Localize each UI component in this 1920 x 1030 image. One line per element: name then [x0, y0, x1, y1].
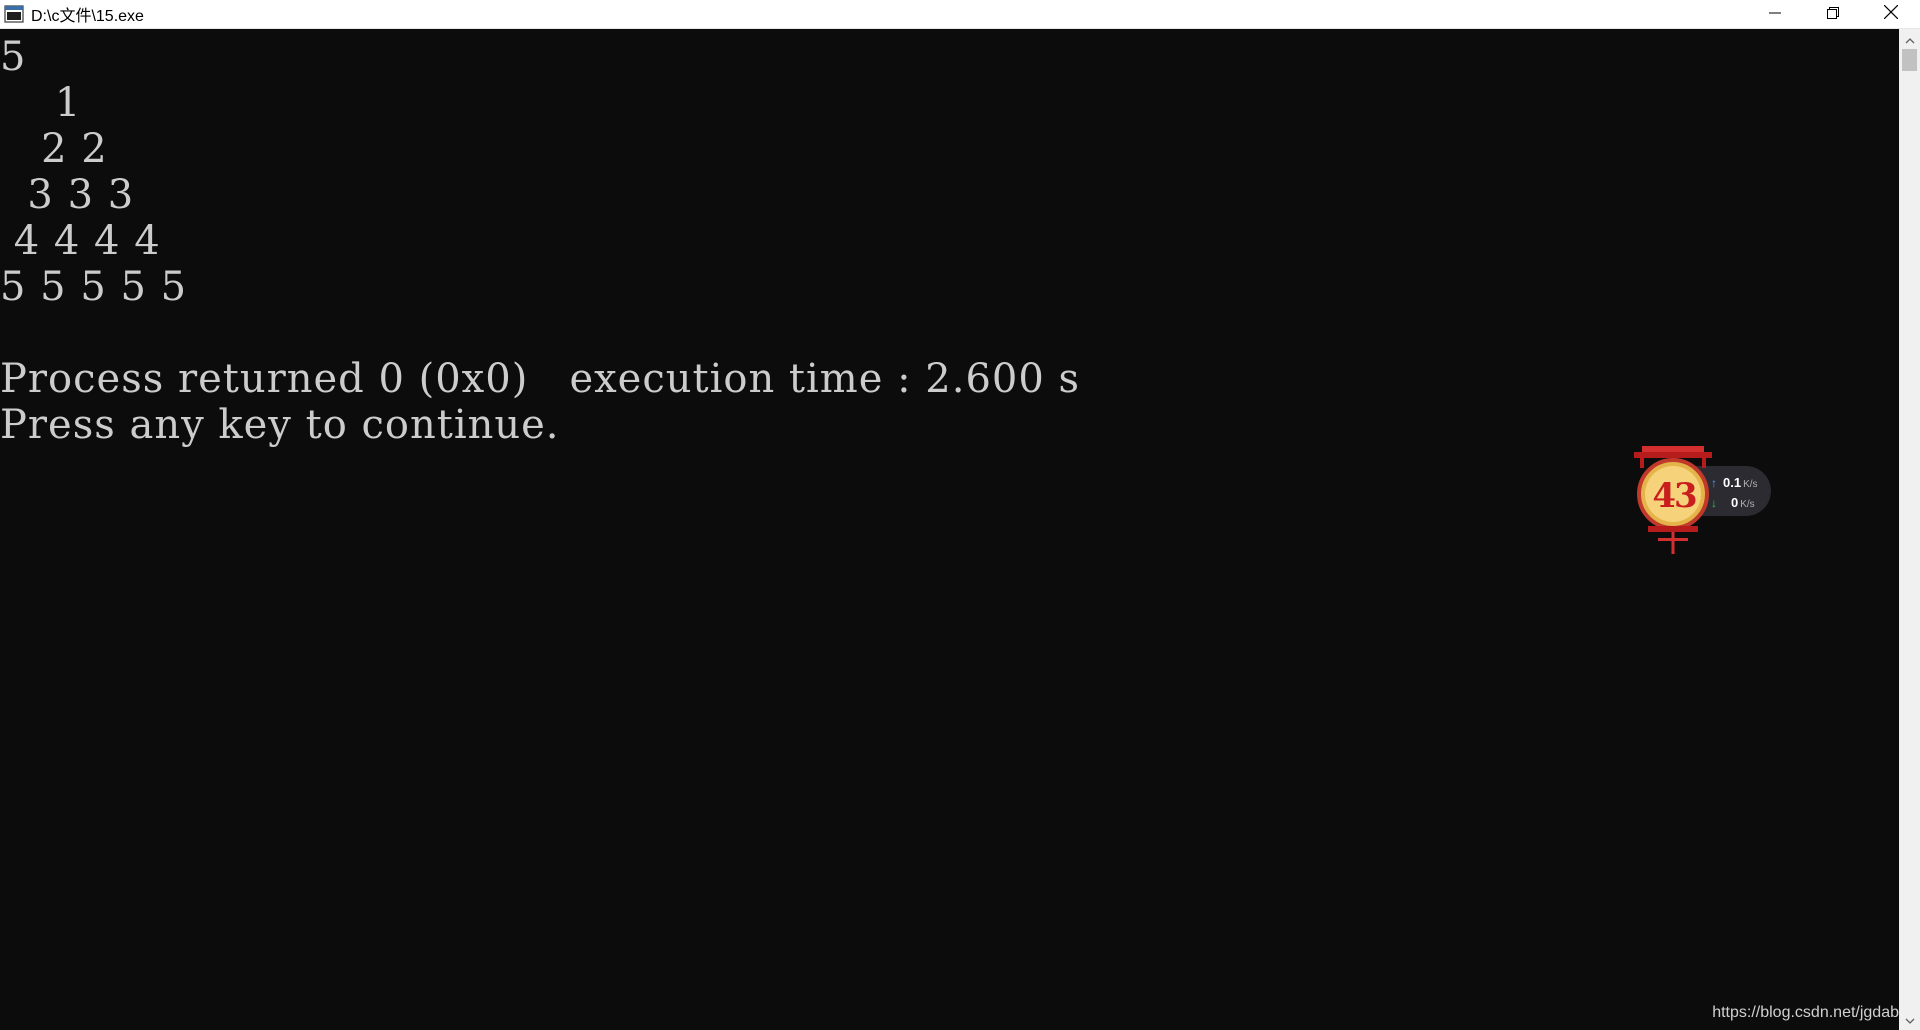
minimize-button[interactable] — [1746, 0, 1804, 29]
window-controls — [1746, 0, 1920, 29]
console-line: Process returned 0 (0x0) execution time … — [0, 356, 1081, 402]
console-output[interactable]: 5 1 2 2 3 3 3 4 4 4 4 5 5 5 5 5 Process … — [0, 29, 1899, 1030]
window-title: D:\c文件\15.exe — [31, 8, 144, 25]
console-line: 1 — [0, 80, 82, 126]
console-line: 5 5 5 5 5 — [0, 264, 188, 310]
lantern-icon: 43 — [1628, 442, 1718, 558]
console-app-icon — [4, 5, 24, 23]
download-speed-unit: K/s — [1740, 499, 1755, 510]
upload-speed-value: 0.1 — [1723, 475, 1742, 490]
console-line: Press any key to continue. — [0, 402, 560, 448]
network-speed-widget[interactable]: ↑ 0.1 K/s ↓ 0 K/s 43 — [1628, 442, 1788, 558]
restore-icon — [1827, 6, 1839, 24]
restore-button[interactable] — [1804, 0, 1862, 29]
scroll-thumb[interactable] — [1902, 49, 1917, 71]
chevron-up-icon — [1905, 31, 1915, 49]
console-line: 2 2 — [0, 126, 108, 172]
window-titlebar[interactable]: D:\c文件\15.exe — [0, 0, 1920, 29]
lantern-badge-number: 43 — [1652, 476, 1697, 516]
scroll-up-button[interactable] — [1899, 31, 1920, 48]
upload-speed-unit: K/s — [1743, 479, 1758, 490]
close-icon — [1883, 4, 1899, 24]
minimize-icon — [1769, 6, 1781, 24]
scroll-down-button[interactable] — [1899, 1011, 1920, 1028]
vertical-scrollbar[interactable] — [1899, 29, 1920, 1030]
console-line: 5 — [0, 34, 27, 80]
chevron-down-icon — [1905, 1011, 1915, 1029]
console-line: 3 3 3 — [0, 172, 135, 218]
console-line: 4 4 4 4 — [0, 218, 161, 264]
download-speed-value: 0 — [1731, 495, 1739, 510]
watermark: https://blog.csdn.net/jgdab — [1712, 1004, 1899, 1021]
close-button[interactable] — [1862, 0, 1920, 29]
